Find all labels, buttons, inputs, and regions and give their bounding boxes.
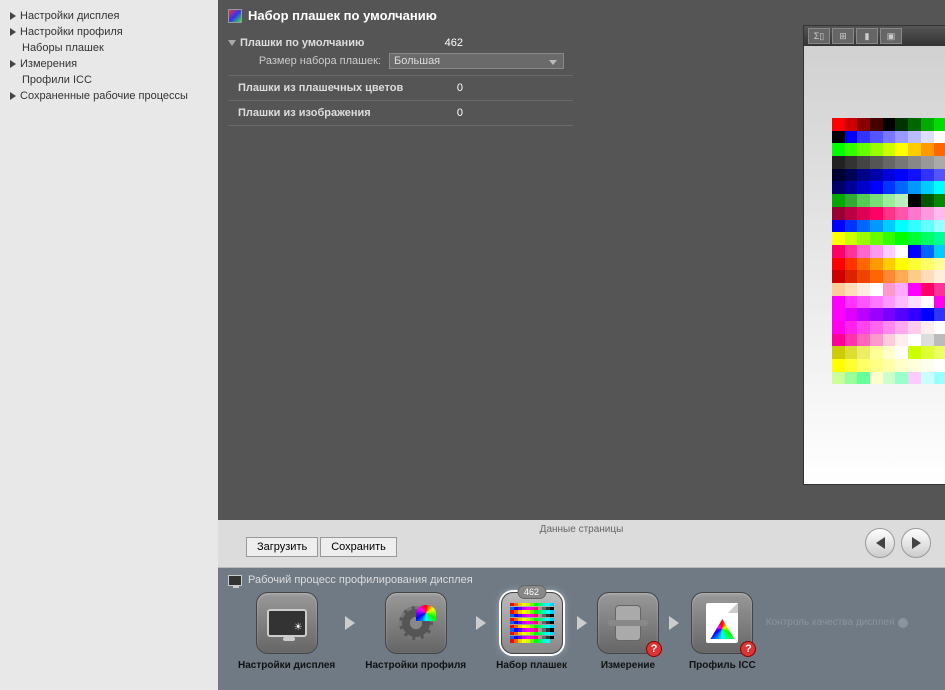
arrow-right-icon [912,537,921,549]
patch-set-icon [228,9,242,23]
toolbar-grid-button[interactable]: ⊞ [832,28,854,44]
document-icon [706,603,738,643]
preview-toolbar: Σ▯ ⊞ ▮ ▣ [804,26,945,46]
chevron-right-icon [345,616,355,630]
default-patches-row[interactable]: Плашки по умолчанию 462 [228,37,573,49]
set-size-row: Размер набора плашек: Большая [228,49,573,69]
page-data-label: Данные страницы [218,520,945,535]
monitor-icon: ☀ [267,609,307,637]
arrow-left-icon [876,537,885,549]
toolbar-column-button[interactable]: ▮ [856,28,878,44]
step-display-settings[interactable]: ☀ [256,592,318,654]
triangle-icon [10,28,16,36]
triangle-icon [10,60,16,68]
patch-grid [832,118,945,384]
gear-icon [399,606,433,640]
meter-icon [615,605,641,641]
save-button[interactable]: Сохранить [320,537,397,557]
rainbow-icon [416,605,436,621]
triangle-icon [10,92,16,100]
chevron-down-icon [228,40,236,46]
settings-area: Плашки по умолчанию 462 Размер набора пл… [218,31,583,126]
triangle-icon [10,12,16,20]
load-button[interactable]: Загрузить [246,537,318,557]
image-patches-row: Плашки из изображения 0 [228,107,573,119]
gamut-icon [710,619,734,639]
sidebar-item-icc-profiles[interactable]: Профили ICC [0,72,218,88]
alert-icon: ? [740,641,756,657]
sidebar-item-patch-sets[interactable]: Наборы плашек [0,40,218,56]
sidebar-item-display-settings[interactable]: Настройки дисплея [0,8,218,24]
patch-count-badge: 462 [517,585,546,599]
patch-preview: Σ▯ ⊞ ▮ ▣ [803,25,945,485]
patches-icon [510,603,554,643]
sidebar-item-profile-settings[interactable]: Настройки профиля [0,24,218,40]
back-button[interactable] [865,528,895,558]
toolbar-sigma-button[interactable]: Σ▯ [808,28,830,44]
dot-icon [898,618,908,628]
page-footer: Данные страницы Загрузить Сохранить Наза… [218,520,945,568]
step-quality-control-disabled: Контроль качества дисплея [766,617,909,628]
sidebar-item-measurements[interactable]: Измерения [0,56,218,72]
sidebar-item-saved-workflows[interactable]: Сохраненные рабочие процессы [0,88,218,104]
chevron-right-icon [577,616,587,630]
toolbar-target-button[interactable]: ▣ [880,28,902,44]
step-icc-profile[interactable]: ? [691,592,753,654]
step-patch-set[interactable]: 462 [501,592,563,654]
sidebar: Настройки дисплея Настройки профиля Набо… [0,0,218,690]
monitor-icon [228,575,242,586]
page-title: Набор плашек по умолчанию [248,8,437,23]
chevron-right-icon [476,616,486,630]
spot-patches-row: Плашки из плашечных цветов 0 [228,82,573,94]
step-profile-settings[interactable] [385,592,447,654]
set-size-select[interactable]: Большая [389,53,564,69]
workflow-title: Рабочий процесс профилирования дисплея [218,568,945,592]
alert-icon: ? [646,641,662,657]
chevron-right-icon [669,616,679,630]
step-measurement[interactable]: ? [597,592,659,654]
workflow-footer: Рабочий процесс профилирования дисплея ☀… [218,568,945,690]
brightness-icon: ☀ [294,622,303,633]
main-panel: Набор плашек по умолчанию Плашки по умол… [218,0,945,520]
next-button[interactable] [901,528,931,558]
